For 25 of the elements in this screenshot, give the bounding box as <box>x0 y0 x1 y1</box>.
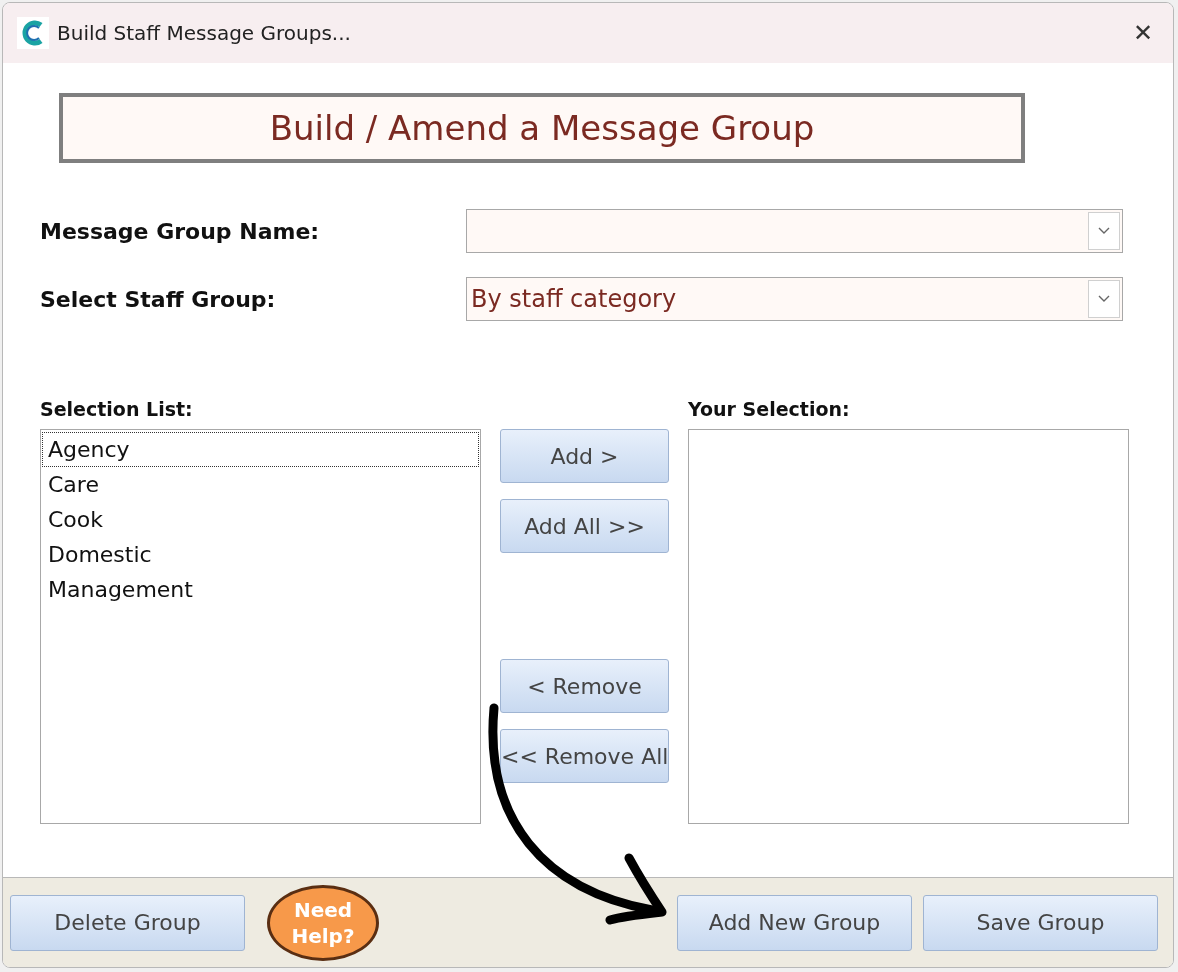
add-button[interactable]: Add > <box>500 429 669 483</box>
list-item[interactable]: Management <box>42 572 479 607</box>
field-label: Select Staff Group: <box>40 285 277 314</box>
dropdown-field[interactable] <box>466 209 1123 253</box>
add-button[interactable]: Add All >> <box>500 499 669 553</box>
footer-button[interactable]: Save Group <box>923 894 1158 951</box>
window-title: Build Staff Message Groups... <box>57 20 351 47</box>
list-item[interactable]: Cook <box>42 502 479 537</box>
dropdown-caret-icon <box>1088 212 1120 250</box>
list-item[interactable]: Care <box>42 467 479 502</box>
list-label: Selection List: <box>40 397 194 422</box>
list-label: Your Selection: <box>688 397 851 422</box>
heading-banner: Build / Amend a Message Group <box>59 93 1025 163</box>
list-item[interactable]: Agency <box>42 432 479 467</box>
list-item[interactable]: Domestic <box>42 537 479 572</box>
dropdown-caret-icon <box>1088 280 1120 318</box>
close-button[interactable]: ✕ <box>1132 15 1153 51</box>
remove-button[interactable]: < Remove <box>500 659 669 713</box>
footer-button[interactable]: Add New Group <box>677 894 912 951</box>
delete-group-button[interactable]: Delete Group <box>10 894 245 951</box>
remove-button[interactable]: << Remove All <box>500 729 669 783</box>
app-logo-icon <box>17 17 49 49</box>
selection-listbox[interactable]: Agency Care Cook Domestic Management <box>40 429 481 824</box>
dropdown-field[interactable]: By staff category <box>466 277 1123 321</box>
field-label: Message Group Name: <box>40 217 321 246</box>
